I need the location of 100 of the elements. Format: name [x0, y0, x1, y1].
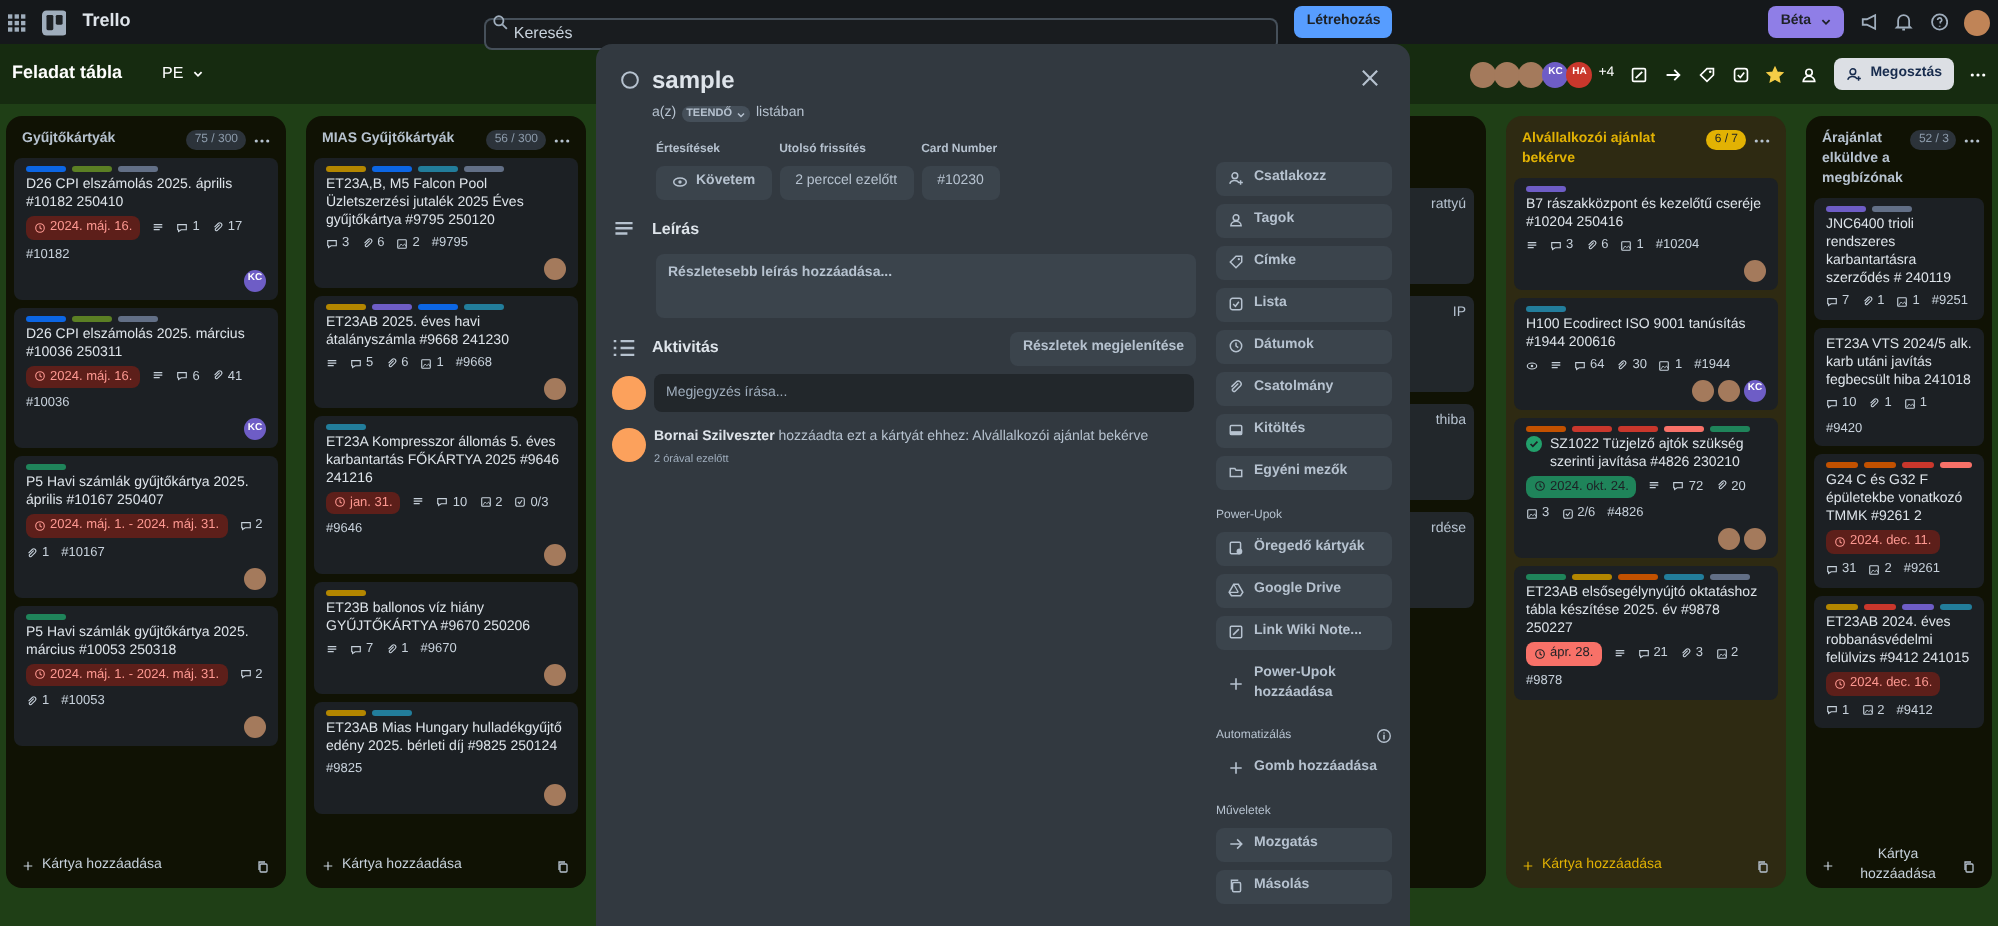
- caret-icon: [1819, 16, 1832, 28]
- member-avatar[interactable]: [1744, 528, 1766, 550]
- paperclip-icon: [26, 696, 38, 709]
- member-avatar[interactable]: [1718, 379, 1740, 401]
- image-icon: [1903, 397, 1916, 410]
- tag-icon: [1228, 254, 1244, 270]
- member-avatar[interactable]: [1494, 61, 1521, 87]
- arrow-right-icon[interactable]: [1664, 65, 1683, 83]
- member-avatar[interactable]: [544, 783, 566, 805]
- search-icon: [491, 14, 508, 30]
- member-avatar[interactable]: [1692, 379, 1714, 401]
- more-icon[interactable]: [1970, 71, 1986, 77]
- checkbox-icon[interactable]: [1732, 65, 1751, 83]
- user-avatar: [612, 375, 646, 409]
- activity-list-icon: [612, 336, 636, 360]
- bell-icon[interactable]: [1894, 12, 1914, 32]
- user-avatar: [612, 427, 646, 461]
- paperclip-icon: [1715, 480, 1728, 493]
- clock-icon: [34, 221, 46, 234]
- member-avatar[interactable]: [1718, 528, 1740, 550]
- comment-icon: [1550, 239, 1562, 252]
- plus-icon: [322, 860, 334, 872]
- description-icon: [1613, 647, 1626, 660]
- clock-icon: [34, 370, 46, 383]
- clock-icon: [34, 519, 46, 532]
- arrow-right-icon: [1228, 836, 1244, 852]
- copy-icon: [556, 859, 570, 873]
- comment-icon: [326, 237, 338, 250]
- comment-icon: [239, 668, 252, 681]
- image-icon: [1861, 704, 1874, 717]
- info-icon: [1376, 728, 1392, 744]
- more-icon[interactable]: [1754, 137, 1770, 143]
- person-icon: [1800, 65, 1819, 83]
- triangle-icon: [1228, 582, 1244, 598]
- member-avatar[interactable]: [1470, 61, 1497, 87]
- star-icon[interactable]: [1766, 65, 1785, 83]
- clock-icon: [1534, 647, 1546, 660]
- member-avatar[interactable]: [544, 544, 566, 566]
- check-circle-icon[interactable]: [1526, 435, 1542, 451]
- more-icon[interactable]: [254, 137, 270, 143]
- app-name[interactable]: Trello: [82, 8, 430, 36]
- board-title[interactable]: Feladat tábla: [12, 60, 123, 88]
- board-logo-icon[interactable]: [41, 9, 67, 35]
- description-icon: [612, 217, 636, 241]
- plus-icon: [22, 860, 34, 872]
- paperclip-icon: [385, 643, 398, 656]
- image-icon: [1658, 359, 1671, 372]
- complete-circle-icon[interactable]: [620, 70, 640, 90]
- comment-icon: [436, 496, 449, 509]
- member-avatar[interactable]: [544, 377, 566, 399]
- comment-icon: [350, 643, 362, 656]
- description-icon: [412, 496, 425, 509]
- image-icon: [1868, 563, 1881, 576]
- clock-icon: [1228, 338, 1244, 354]
- comment-icon: [1826, 563, 1838, 576]
- plus-icon: [1228, 760, 1244, 776]
- caret-icon: [735, 109, 746, 120]
- section-heading: Leírás: [652, 217, 700, 241]
- member-avatar[interactable]: [544, 257, 566, 280]
- paperclip-icon: [26, 547, 38, 560]
- member-avatar[interactable]: [1744, 259, 1766, 282]
- member-avatar[interactable]: [244, 567, 266, 589]
- plus-icon: [1822, 860, 1834, 872]
- more-icon[interactable]: [1964, 137, 1981, 143]
- member-avatar[interactable]: [1518, 61, 1545, 87]
- member-avatar[interactable]: [544, 663, 566, 686]
- paperclip-icon: [1585, 239, 1598, 252]
- card-title[interactable]: sample: [652, 66, 1348, 94]
- clock-icon: [334, 496, 346, 509]
- tag-icon[interactable]: [1698, 65, 1717, 83]
- help-icon[interactable]: [1929, 12, 1949, 32]
- paperclip-icon: [211, 370, 224, 383]
- workspace-dropdown[interactable]: PE: [162, 62, 204, 86]
- member-avatar[interactable]: [244, 716, 266, 738]
- comment-icon: [239, 519, 252, 532]
- image-icon: [479, 496, 492, 509]
- user-avatar[interactable]: [1964, 9, 1990, 35]
- image-icon: [420, 357, 433, 370]
- close-icon[interactable]: [1360, 68, 1380, 88]
- comment-icon: [176, 370, 189, 383]
- eye-icon: [1526, 359, 1538, 372]
- copy-icon: [1228, 878, 1244, 894]
- paperclip-icon: [1861, 295, 1874, 308]
- more-icon[interactable]: [554, 137, 570, 143]
- eye-icon: [672, 174, 688, 190]
- description-icon: [152, 221, 165, 234]
- pencil-icon: [1228, 624, 1244, 640]
- pencil-icon[interactable]: [1630, 65, 1649, 83]
- section-heading: Aktivitás: [652, 336, 719, 360]
- paperclip-icon: [1616, 359, 1629, 372]
- person-icon: [1228, 212, 1244, 228]
- image-icon: [1896, 295, 1909, 308]
- image-icon: [1620, 239, 1633, 252]
- apps-grid-icon[interactable]: [8, 13, 26, 31]
- megaphone-icon[interactable]: [1859, 12, 1879, 32]
- checklist-icon: [1561, 508, 1574, 521]
- comment-icon: [1574, 359, 1586, 372]
- comment-icon: [350, 357, 362, 370]
- paperclip-icon: [385, 357, 398, 370]
- clock-icon: [1534, 480, 1546, 493]
